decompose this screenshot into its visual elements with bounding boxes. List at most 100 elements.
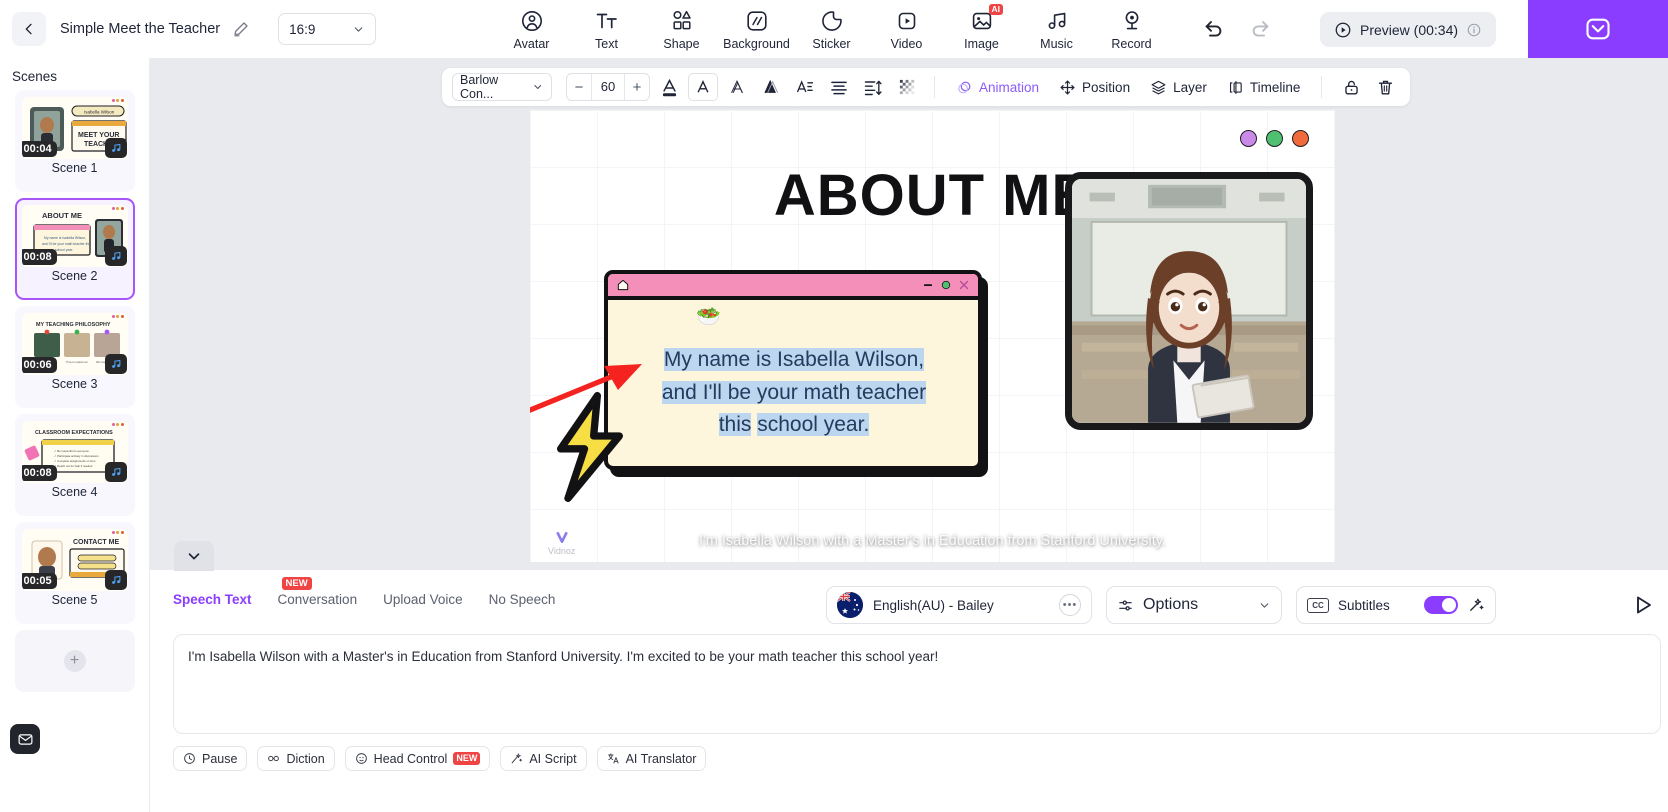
script-text: I'm Isabella Wilson with a Master's in E… (188, 649, 938, 664)
scene-menu-icon[interactable] (112, 531, 124, 534)
tool-text[interactable]: Text (569, 4, 644, 51)
feedback-button[interactable] (10, 724, 40, 754)
font-size-stepper: − 60 + (566, 73, 650, 101)
unlock-icon[interactable] (1336, 73, 1366, 101)
scene-card-3[interactable]: MY TEACHING PHILOSOPHY Time to explore a… (15, 306, 135, 408)
scene-label: Scene 5 (22, 593, 128, 607)
plus-icon[interactable]: + (625, 74, 649, 100)
ai-script-button[interactable]: AI Script (500, 746, 586, 771)
redo-icon[interactable] (1246, 14, 1274, 42)
retro-text-line-1: My name is Isabella Wilson, (664, 348, 924, 371)
voice-selector[interactable]: English(AU) - Bailey ••• (826, 586, 1092, 624)
scene-menu-icon[interactable] (112, 423, 124, 426)
timeline-button[interactable]: Timeline (1218, 73, 1310, 101)
head-control-button[interactable]: Head Control NEW (345, 746, 491, 771)
chevron-left-icon (21, 21, 37, 37)
svg-text:MY TEACHING PHILOSOPHY: MY TEACHING PHILOSOPHY (36, 322, 111, 328)
scene-music-icon[interactable] (105, 570, 127, 590)
minimize-icon[interactable] (922, 279, 934, 291)
tool-image[interactable]: AI Image (944, 4, 1019, 51)
tool-background[interactable]: Background (719, 4, 794, 51)
scene-card-5[interactable]: CONTACT ME 00:05 Scene 5 (15, 522, 135, 624)
retro-window[interactable]: 🥗 My name is Isabella Wilson, and I'll b… (604, 270, 982, 470)
scene-card-4[interactable]: CLASSROOM EXPECTATIONS ✓ Be respectful t… (15, 414, 135, 516)
tool-record[interactable]: Record (1094, 4, 1169, 51)
scene-menu-icon[interactable] (112, 315, 124, 318)
slide-canvas[interactable]: ABOUT ME 🥗 My name is Isabella Wilson, a (530, 110, 1335, 562)
line-height-icon[interactable] (790, 73, 820, 101)
layer-button[interactable]: Layer (1141, 73, 1216, 101)
ai-script-icon (510, 752, 523, 765)
text-shadow-icon[interactable] (756, 73, 786, 101)
letter-spacing-icon[interactable] (858, 73, 888, 101)
add-scene-button[interactable]: + (15, 630, 135, 692)
scene-music-icon[interactable] (105, 246, 127, 266)
minus-icon[interactable]: − (567, 74, 591, 100)
script-input[interactable]: I'm Isabella Wilson with a Master's in E… (173, 634, 1661, 734)
options-dropdown[interactable]: Options (1106, 586, 1282, 624)
maximize-icon[interactable] (940, 279, 952, 291)
scene-thumbnail: CLASSROOM EXPECTATIONS ✓ Be respectful t… (22, 421, 128, 483)
tab-conversation[interactable]: NEW Conversation (278, 592, 358, 607)
plus-circle-icon: + (64, 650, 86, 672)
retro-text-line-3: school year. (757, 413, 869, 436)
export-icon (1584, 15, 1612, 43)
tool-music[interactable]: Music (1019, 4, 1094, 51)
opacity-icon[interactable] (892, 73, 922, 101)
tool-video[interactable]: Video (869, 4, 944, 51)
trash-icon[interactable] (1370, 73, 1400, 101)
tool-shape[interactable]: Shape (644, 4, 719, 51)
tool-sticker[interactable]: Sticker (794, 4, 869, 51)
record-icon (1120, 8, 1144, 34)
avatar-video-frame[interactable] (1065, 172, 1313, 430)
subtitles-toggle[interactable] (1424, 596, 1458, 614)
magic-wand-icon[interactable] (1467, 596, 1485, 614)
play-circle-icon (1334, 21, 1352, 39)
pencil-icon[interactable] (232, 20, 250, 38)
page-title: Simple Meet the Teacher (60, 21, 220, 37)
scene-menu-icon[interactable] (112, 207, 124, 210)
align-center-icon[interactable] (824, 73, 854, 101)
ai-translator-button[interactable]: AI Translator (597, 746, 707, 771)
scene-music-icon[interactable] (105, 138, 127, 158)
retro-text-block[interactable]: My name is Isabella Wilson, and I'll be … (648, 344, 940, 442)
text-outline-icon[interactable] (722, 73, 752, 101)
tab-speech-text[interactable]: Speech Text (173, 592, 252, 607)
text-highlight-icon[interactable] (688, 73, 718, 101)
text-color-icon[interactable] (654, 73, 684, 101)
svg-text:CLASSROOM EXPECTATIONS: CLASSROOM EXPECTATIONS (35, 430, 113, 436)
back-button[interactable] (12, 12, 46, 46)
scene-menu-icon[interactable] (112, 99, 124, 102)
aspect-ratio-select[interactable]: 16:9 (278, 13, 376, 45)
flag-australia-icon (837, 592, 863, 618)
diction-button[interactable]: Diction (257, 746, 334, 771)
pause-button[interactable]: Pause (173, 746, 247, 771)
scene-card-1[interactable]: Isabella Wilson MEET YOUR TEACHER 00:04 … (15, 90, 135, 192)
preview-button[interactable]: Preview (00:34) (1320, 12, 1496, 47)
close-icon[interactable] (958, 279, 970, 291)
export-button[interactable] (1528, 0, 1668, 58)
new-badge: NEW (453, 752, 480, 765)
tab-upload-voice[interactable]: Upload Voice (383, 592, 463, 607)
voice-controls-row: English(AU) - Bailey ••• Options CC Subt… (826, 586, 1496, 624)
ellipsis-icon[interactable]: ••• (1059, 594, 1081, 616)
scene-music-icon[interactable] (105, 462, 127, 482)
animation-button[interactable]: Animation (947, 73, 1048, 101)
scene-duration: 00:05 (22, 573, 57, 589)
tab-no-speech[interactable]: No Speech (489, 592, 556, 607)
font-size-value[interactable]: 60 (591, 74, 625, 100)
info-icon[interactable] (1466, 22, 1482, 38)
collapse-panel-button[interactable] (174, 541, 214, 571)
scene-label: Scene 2 (22, 269, 128, 283)
undo-icon[interactable] (1200, 14, 1228, 42)
subtitles-control[interactable]: CC Subtitles (1296, 586, 1496, 624)
font-family-select[interactable]: Barlow Con... (452, 73, 552, 101)
clock-icon (183, 752, 196, 765)
scene-music-icon[interactable] (105, 354, 127, 374)
svg-text:CONTACT ME: CONTACT ME (73, 539, 119, 546)
mail-icon (17, 731, 34, 748)
play-button[interactable] (1628, 590, 1658, 620)
position-button[interactable]: Position (1050, 73, 1139, 101)
scene-card-2[interactable]: ABOUT ME My name is Isabella Wilson, and… (15, 198, 135, 300)
tool-avatar[interactable]: Avatar (494, 4, 569, 51)
